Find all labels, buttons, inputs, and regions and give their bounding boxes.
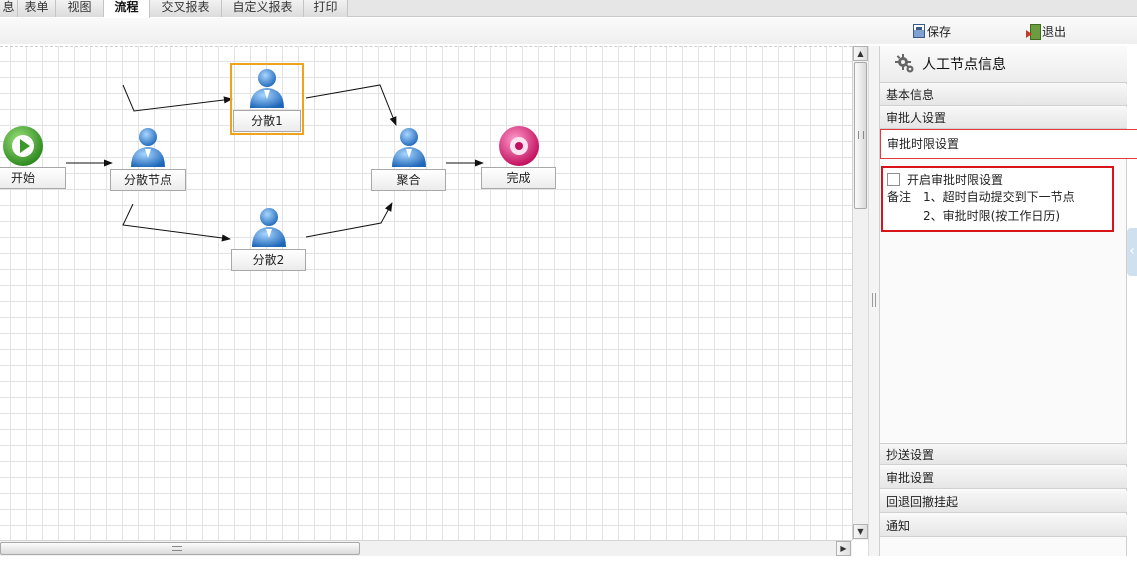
section-cc-settings[interactable]: 抄送设置 bbox=[880, 443, 1127, 465]
user-icon bbox=[131, 128, 165, 167]
section-approver-settings[interactable]: 审批人设置 bbox=[880, 107, 1127, 129]
canvas-vertical-scrollbar[interactable]: ▲ ▼ bbox=[852, 46, 868, 540]
save-icon bbox=[913, 24, 925, 38]
tab-info[interactable]: 息 bbox=[0, 0, 18, 17]
flow-connectors bbox=[66, 84, 484, 242]
node-end-label: 完成 bbox=[481, 167, 556, 189]
node-branch1-label: 分散1 bbox=[233, 110, 301, 132]
edge-branch2-join[interactable] bbox=[305, 202, 393, 238]
node-branch2-label: 分散2 bbox=[231, 249, 306, 271]
canvas-horizontal-scrollbar[interactable]: ▶ bbox=[0, 540, 852, 556]
node-branch2[interactable]: 分散2 bbox=[231, 205, 306, 271]
node-info-panel: 人工节点信息 基本信息 审批人设置 审批时限设置 开启审批时限设置 备注 1、超… bbox=[879, 46, 1137, 556]
tab-crosstab-report[interactable]: 交叉报表 bbox=[150, 0, 222, 17]
node-start-label: 开始 bbox=[0, 167, 66, 189]
save-button[interactable]: 保存 bbox=[913, 22, 951, 40]
vertical-scroll-thumb[interactable] bbox=[854, 62, 867, 209]
user-icon bbox=[250, 69, 284, 108]
edge-branch1-join[interactable] bbox=[305, 84, 397, 126]
section-approval-time-limit[interactable]: 审批时限设置 bbox=[880, 129, 1137, 159]
exit-icon bbox=[1026, 24, 1041, 40]
node-split[interactable]: 分散节点 bbox=[110, 125, 186, 191]
user-icon bbox=[391, 128, 426, 167]
scroll-up-arrow-icon[interactable]: ▲ bbox=[853, 46, 868, 61]
edge-split-branch1[interactable] bbox=[122, 84, 233, 112]
section-return-withdraw-suspend[interactable]: 回退回撤挂起 bbox=[880, 491, 1127, 513]
note-line-2: 2、审批时限(按工作日历) bbox=[923, 209, 1060, 223]
start-icon bbox=[3, 126, 43, 166]
scroll-right-arrow-icon[interactable]: ▶ bbox=[836, 541, 851, 556]
splitter-grip-icon bbox=[872, 293, 876, 307]
scroll-down-arrow-icon[interactable]: ▼ bbox=[853, 524, 868, 539]
exit-button[interactable]: 退出 bbox=[1026, 22, 1066, 40]
node-join-label: 聚合 bbox=[371, 169, 446, 191]
workflow-designer: 息 表单 视图 流程 交叉报表 自定义报表 打印 保存 退出 开始 分散节点 分… bbox=[0, 0, 1137, 576]
enable-time-limit-label: 开启审批时限设置 bbox=[907, 173, 1004, 187]
panel-title: 人工节点信息 bbox=[922, 57, 1006, 73]
node-split-label: 分散节点 bbox=[110, 169, 186, 191]
toolbar: 保存 退出 bbox=[0, 18, 1137, 44]
save-label: 保存 bbox=[927, 24, 952, 39]
exit-label: 退出 bbox=[1042, 24, 1067, 39]
tab-bar: 息 表单 视图 流程 交叉报表 自定义报表 打印 bbox=[0, 0, 1137, 18]
horizontal-scroll-thumb[interactable] bbox=[0, 542, 360, 555]
panel-header: 人工节点信息 bbox=[880, 46, 1127, 83]
node-end[interactable]: 完成 bbox=[481, 125, 556, 189]
tab-print[interactable]: 打印 bbox=[304, 0, 348, 17]
tab-view[interactable]: 视图 bbox=[56, 0, 104, 17]
edge-split-branch2[interactable] bbox=[122, 203, 231, 242]
collapse-panel-tab[interactable]: ‹ bbox=[1127, 228, 1137, 276]
time-limit-toggle-row[interactable]: 开启审批时限设置 bbox=[887, 171, 1108, 188]
enable-time-limit-checkbox[interactable] bbox=[887, 173, 900, 186]
node-start[interactable]: 开始 bbox=[0, 125, 66, 189]
end-icon bbox=[498, 126, 539, 166]
tab-custom-report[interactable]: 自定义报表 bbox=[222, 0, 304, 17]
chevron-left-icon: ‹ bbox=[1129, 243, 1135, 259]
section-approval-settings[interactable]: 审批设置 bbox=[880, 467, 1127, 489]
section-notification[interactable]: 通知 bbox=[880, 515, 1127, 537]
time-limit-section-body: 开启审批时限设置 备注 1、超时自动提交到下一节点 2、审批时限(按工作日历) bbox=[881, 166, 1114, 232]
gear-icon bbox=[895, 54, 914, 73]
note-line-1: 1、超时自动提交到下一节点 bbox=[923, 190, 1075, 204]
note-label: 备注 bbox=[887, 190, 912, 204]
note-row: 备注 1、超时自动提交到下一节点 bbox=[887, 188, 1108, 207]
section-basic-info[interactable]: 基本信息 bbox=[880, 84, 1127, 106]
node-join[interactable]: 聚合 bbox=[371, 125, 446, 191]
user-icon bbox=[251, 208, 286, 247]
tab-form[interactable]: 表单 bbox=[18, 0, 56, 17]
panel-splitter[interactable] bbox=[868, 46, 879, 556]
tab-flow[interactable]: 流程 bbox=[104, 0, 150, 18]
flow-canvas[interactable]: 开始 分散节点 分散1 分散2 聚合 完成 bbox=[0, 46, 852, 540]
node-branch1[interactable]: 分散1 bbox=[230, 63, 304, 135]
